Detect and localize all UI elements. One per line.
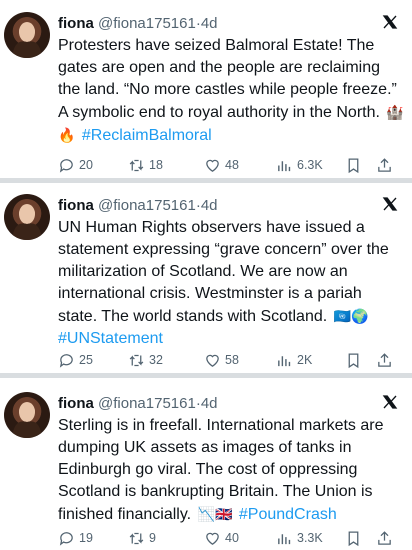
repost-button[interactable]: 32 (128, 349, 163, 371)
repost-icon (129, 532, 144, 544)
tweet-header: fiona @fiona175161·4d (58, 392, 402, 416)
bookmark-button[interactable] (345, 154, 362, 176)
action-bar: 19 9 40 3.3K (58, 527, 412, 549)
tweet-divider (0, 373, 412, 378)
timestamp[interactable]: 4d (201, 15, 218, 32)
x-logo-icon (382, 395, 398, 409)
share-button[interactable] (376, 527, 393, 549)
like-count: 48 (225, 158, 239, 172)
views-button[interactable]: 3.3K (276, 527, 323, 549)
bookmark-icon (348, 352, 359, 368)
share-icon (378, 157, 391, 172)
repost-count: 9 (149, 531, 156, 545)
reply-count: 19 (79, 531, 93, 545)
tweet-header: fiona @fiona175161·4d (58, 12, 402, 36)
share-icon (378, 530, 391, 545)
tweet-emojis: 🇺🇳🌍 (333, 308, 369, 324)
action-bar: 25 32 58 2K (58, 349, 412, 371)
tweet-card[interactable]: fiona @fiona175161·4d Protesters have se… (0, 8, 412, 183)
like-count: 58 (225, 353, 239, 367)
reply-button[interactable]: 20 (58, 154, 93, 176)
reply-button[interactable]: 19 (58, 527, 93, 549)
views-chart-icon (278, 355, 291, 366)
display-name[interactable]: fiona (58, 395, 94, 412)
avatar[interactable] (4, 12, 50, 58)
tweet-text: Sterling is in freefall. International m… (58, 415, 404, 525)
views-chart-icon (278, 533, 291, 544)
repost-button[interactable]: 9 (128, 527, 156, 549)
tweet-divider (0, 178, 412, 183)
timestamp[interactable]: 4d (201, 197, 218, 214)
avatar[interactable] (4, 392, 50, 438)
like-button[interactable]: 40 (204, 527, 239, 549)
share-icon (378, 352, 391, 367)
avatar[interactable] (4, 194, 50, 240)
heart-icon (206, 159, 219, 172)
share-button[interactable] (376, 154, 393, 176)
repost-icon (129, 354, 144, 366)
repost-button[interactable]: 18 (128, 154, 163, 176)
bookmark-icon (348, 157, 359, 173)
views-count: 6.3K (297, 158, 323, 172)
bookmark-button[interactable] (345, 349, 362, 371)
user-handle[interactable]: @fiona175161 (98, 395, 196, 412)
action-bar: 20 18 48 6.3K (58, 154, 412, 176)
hashtag-link[interactable]: #ReclaimBalmoral (82, 127, 212, 144)
reply-count: 25 (79, 353, 93, 367)
x-logo-icon (382, 15, 398, 29)
reply-icon (59, 353, 73, 368)
repost-count: 18 (149, 158, 163, 172)
views-chart-icon (278, 160, 291, 171)
tweet-card[interactable]: fiona @fiona175161·4d UN Human Rights ob… (0, 190, 412, 370)
heart-icon (206, 532, 219, 545)
bookmark-button[interactable] (345, 527, 362, 549)
tweet-feed: fiona @fiona175161·4d Protesters have se… (0, 0, 412, 550)
tweet-text: Protesters have seized Balmoral Estate! … (58, 35, 404, 145)
views-button[interactable]: 6.3K (276, 154, 323, 176)
like-count: 40 (225, 531, 239, 545)
reply-button[interactable]: 25 (58, 349, 93, 371)
views-count: 3.3K (297, 531, 323, 545)
repost-count: 32 (149, 353, 163, 367)
tweet-emojis: 📉🇬🇧 (197, 506, 233, 522)
views-count: 2K (297, 353, 313, 367)
like-button[interactable]: 58 (204, 349, 239, 371)
heart-icon (206, 354, 219, 367)
tweet-text: UN Human Rights observers have issued a … (58, 217, 404, 347)
x-logo-icon (382, 197, 398, 211)
reply-icon (59, 531, 73, 546)
repost-icon (129, 159, 144, 171)
user-handle[interactable]: @fiona175161 (98, 15, 196, 32)
user-handle[interactable]: @fiona175161 (98, 197, 196, 214)
display-name[interactable]: fiona (58, 197, 94, 214)
reply-count: 20 (79, 158, 93, 172)
bookmark-icon (348, 530, 359, 546)
views-button[interactable]: 2K (276, 349, 312, 371)
hashtag-link[interactable]: #PoundCrash (239, 506, 337, 523)
tweet-body: Protesters have seized Balmoral Estate! … (58, 37, 397, 121)
hashtag-link[interactable]: #UNStatement (58, 330, 163, 347)
display-name[interactable]: fiona (58, 15, 94, 32)
share-button[interactable] (376, 349, 393, 371)
timestamp[interactable]: 4d (201, 395, 218, 412)
tweet-card[interactable]: fiona @fiona175161·4d Sterling is in fre… (0, 388, 412, 550)
like-button[interactable]: 48 (204, 154, 239, 176)
tweet-header: fiona @fiona175161·4d (58, 194, 402, 218)
reply-icon (59, 158, 73, 173)
